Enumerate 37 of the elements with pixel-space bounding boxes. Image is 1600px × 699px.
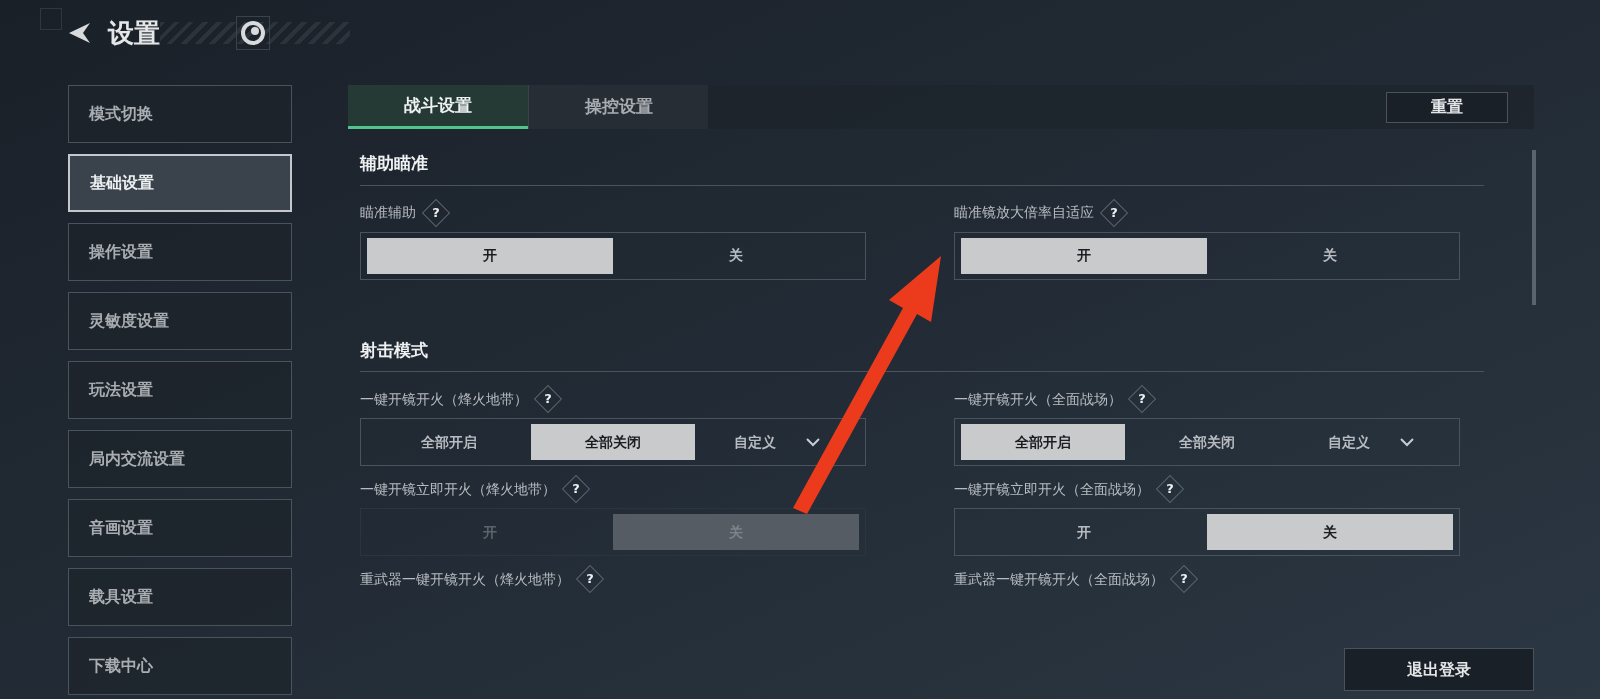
sidebar-item[interactable]: 载具设置 <box>68 568 292 626</box>
option-button[interactable]: 全部开启 <box>367 424 531 460</box>
sidebar-item[interactable]: 操作设置 <box>68 223 292 281</box>
sidebar-item[interactable]: 模式切换 <box>68 85 292 143</box>
setting-label: 重武器一键开镜开火（全面战场） <box>954 569 1164 589</box>
option-button[interactable]: 关 <box>1207 514 1453 550</box>
setting-label: 瞄准镜放大倍率自适应 <box>954 203 1094 222</box>
setting-label: 一键开镜开火（烽火地带） <box>360 389 528 409</box>
tab[interactable]: 战斗设置 <box>348 85 528 129</box>
option-button[interactable]: 全部开启 <box>961 424 1125 460</box>
option-button[interactable]: 开 <box>961 514 1207 550</box>
setting-label: 重武器一键开镜开火（烽火地带） <box>360 569 570 589</box>
option-button[interactable]: 关 <box>1207 237 1453 274</box>
sidebar-item[interactable]: 玩法设置 <box>68 361 292 419</box>
sidebar-item[interactable]: 基础设置 <box>68 154 292 212</box>
sidebar-item[interactable]: 下载中心 <box>68 637 292 695</box>
section-heading: 辅助瞄准 <box>360 151 1484 186</box>
setting-label: 一键开镜开火（全面战场） <box>954 389 1122 409</box>
setting-label: 瞄准辅助 <box>360 203 416 222</box>
page-title: 设置 <box>108 16 160 50</box>
reset-button[interactable]: 重置 <box>1386 91 1508 123</box>
sidebar-item[interactable]: 音画设置 <box>68 499 292 557</box>
setting-label: 一键开镜立即开火（全面战场） <box>954 479 1150 499</box>
option-button[interactable]: 全部关闭 <box>1125 424 1289 460</box>
corner-frame <box>40 8 62 30</box>
option-button[interactable]: 开 <box>961 237 1207 274</box>
option-button[interactable]: 全部关闭 <box>531 424 695 460</box>
sidebar-item[interactable]: 局内交流设置 <box>68 430 292 488</box>
option-button[interactable]: 关 <box>613 237 859 274</box>
sidebar-item[interactable]: 灵敏度设置 <box>68 292 292 350</box>
option-button[interactable]: 自定义 <box>1289 424 1453 460</box>
option-button[interactable]: 开 <box>367 237 613 274</box>
logout-button[interactable]: 退出登录 <box>1344 648 1534 691</box>
setting-label: 一键开镜立即开火（烽火地带） <box>360 479 556 499</box>
tab[interactable]: 操控设置 <box>528 85 708 129</box>
option-button[interactable]: 自定义 <box>695 424 859 460</box>
scrollbar[interactable] <box>1532 150 1536 305</box>
